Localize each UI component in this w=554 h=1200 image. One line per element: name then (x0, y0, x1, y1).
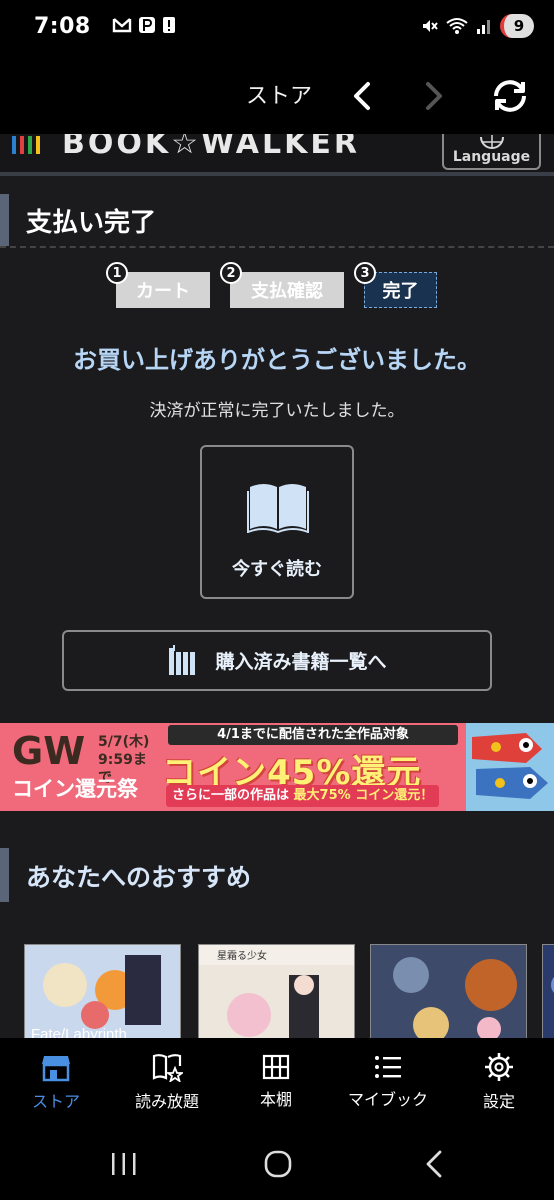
book-cover[interactable] (370, 944, 527, 1038)
step-label: 完了 (382, 281, 419, 302)
recent-apps-icon (112, 1153, 136, 1175)
nav-settings[interactable]: 設定 (464, 1038, 534, 1126)
banner-gw-text: GW (12, 729, 86, 773)
refresh-button[interactable] (486, 72, 534, 120)
signal-icon (477, 20, 490, 34)
system-icons: 9 (420, 14, 534, 38)
back-button[interactable] (338, 72, 386, 120)
chevron-right-icon (426, 82, 442, 110)
book-cover-art (371, 945, 526, 1038)
toolbar-title: ストア (246, 84, 313, 109)
page-title-section: 支払い完了 (0, 194, 554, 248)
open-book-icon (247, 484, 309, 533)
site-logo[interactable]: BOOK☆WALKER (62, 134, 360, 161)
home-button[interactable] (262, 1148, 294, 1180)
step-number: 3 (354, 262, 376, 284)
banner-top-note: 4/1までに配信された全作品対象 (168, 725, 458, 745)
grid-icon (262, 1054, 290, 1080)
nav-bookshelf[interactable]: 本棚 (240, 1038, 312, 1126)
pay-icon (139, 17, 155, 33)
language-button[interactable]: Language (442, 134, 541, 170)
read-now-label: 今すぐ読む (232, 559, 322, 580)
book-title: 星霜る少女 (217, 949, 267, 962)
chevron-left-icon (354, 82, 370, 110)
book-cover-art (543, 945, 554, 1038)
nav-label: 設定 (482, 1092, 515, 1111)
logo-mark (12, 136, 40, 154)
purchased-books-button[interactable]: 購入済み書籍一覧へ (62, 630, 492, 691)
nav-mybook[interactable]: マイブック (336, 1038, 440, 1126)
title-accent-bar (0, 194, 9, 246)
alert-icon (163, 17, 175, 33)
book-cover-art: Fate/Labyrinth (25, 945, 180, 1038)
notification-icons (112, 16, 176, 34)
step-cart: カート (116, 272, 210, 308)
status-bar: 7:08 9 (0, 0, 554, 58)
step-label: 支払確認 (251, 281, 323, 302)
globe-icon (479, 135, 504, 149)
banner-date: 5/7(木) (98, 734, 150, 750)
wifi-icon (446, 18, 468, 34)
recommend-title: あなたへのおすすめ (26, 863, 252, 892)
book-cover[interactable]: Fate/Labyrinth (24, 944, 181, 1038)
banner-sub-emphasis: 最大75% (293, 788, 351, 803)
nav-label: マイブック (347, 1090, 428, 1109)
book-cover[interactable]: 星霜る少女 (198, 944, 355, 1038)
banner-coin-festival: コイン還元祭 (12, 777, 138, 801)
book-cover[interactable] (542, 944, 554, 1038)
step-confirm: 支払確認 (230, 272, 344, 308)
store-icon (42, 1056, 70, 1082)
bookshelf-icon (169, 644, 196, 675)
recent-apps-button[interactable] (104, 1150, 144, 1178)
page-title: 支払い完了 (26, 208, 157, 238)
title-accent-bar (0, 848, 9, 902)
list-icon (375, 1056, 401, 1078)
book-star-icon (152, 1054, 183, 1082)
recommend-carousel: Fate/Labyrinth 星霜る少女 (24, 944, 554, 1038)
step-label: カート (136, 281, 190, 302)
nav-store[interactable]: ストア (18, 1038, 94, 1126)
forward-button[interactable] (410, 72, 458, 120)
gmail-icon (112, 18, 132, 33)
back-icon (426, 1150, 442, 1178)
nav-label: 読み放題 (134, 1092, 199, 1111)
banner-gw-block: GW 5/7(木) 9:59まで コイン還元祭 (6, 729, 156, 803)
battery-indicator: 9 (500, 14, 534, 38)
gw-coin-banner[interactable]: GW 5/7(木) 9:59まで コイン還元祭 4/1までに配信された全作品対象… (0, 723, 554, 811)
checkout-steps: カート 1 支払確認 2 完了 3 (0, 262, 554, 312)
book-title: Fate/Labyrinth (31, 1026, 127, 1038)
banner-sub-suffix: コイン還元！ (355, 788, 434, 803)
mute-icon (423, 20, 438, 32)
app-toolbar: ストア (0, 58, 554, 134)
nav-unlimited[interactable]: 読み放題 (122, 1038, 212, 1126)
banner-sub-text: さらに一部の作品は 最大75% コイン還元！ (166, 785, 440, 807)
home-icon (264, 1150, 292, 1178)
refresh-icon (494, 80, 526, 112)
step-number: 2 (220, 262, 242, 284)
purchased-books-label: 購入済み書籍一覧へ (215, 651, 387, 673)
thanks-message: お買い上げありがとうございました。 (73, 346, 481, 374)
payment-complete-message: 決済が正常に完了いたしました。 (149, 401, 405, 421)
read-now-button[interactable]: 今すぐ読む (200, 445, 354, 599)
book-cover-art: 星霜る少女 (199, 945, 354, 1038)
step-number: 1 (106, 262, 128, 284)
koinobori-illustration (466, 723, 554, 811)
site-header: BOOK☆WALKER Language (0, 134, 554, 176)
status-time: 7:08 (34, 14, 91, 39)
web-content: BOOK☆WALKER Language 支払い完了 カート 1 支払確認 2 … (0, 134, 554, 1038)
bottom-navigation: ストア 読み放題 本棚 マイブック 設定 (0, 1038, 554, 1126)
system-navigation-bar (0, 1126, 554, 1200)
language-label: Language (452, 149, 531, 165)
banner-sub-prefix: さらに一部の作品は (172, 788, 290, 803)
gear-icon (485, 1053, 513, 1081)
nav-label: 本棚 (259, 1090, 292, 1109)
nav-label: ストア (31, 1092, 80, 1111)
system-back-button[interactable] (420, 1148, 448, 1180)
recommend-section-header: あなたへのおすすめ (0, 848, 554, 902)
